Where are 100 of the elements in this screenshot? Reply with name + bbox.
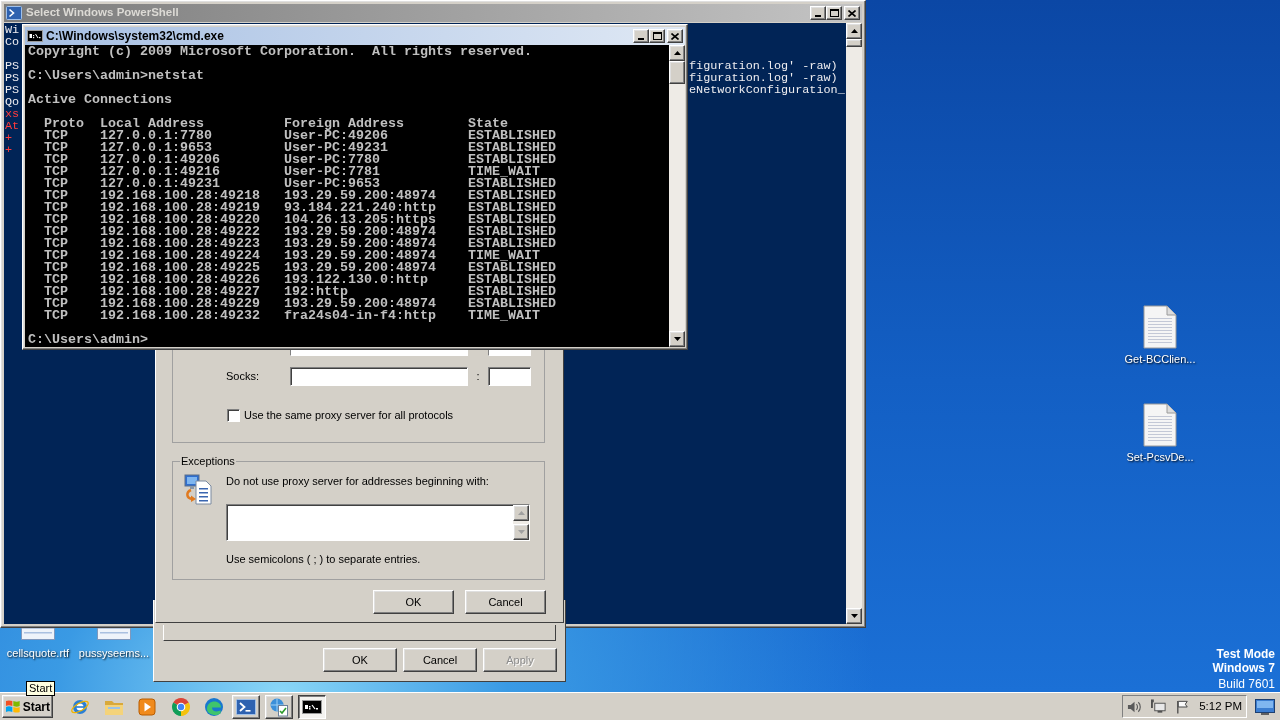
protocol-text: TCP: [44, 250, 68, 262]
local-address: 192.168.100.28:49218: [100, 190, 260, 202]
network-icon[interactable]: [1151, 698, 1167, 715]
state-text: TIME_WAIT: [468, 310, 540, 322]
dialog-button[interactable]: Cancel: [465, 590, 546, 614]
minimize-button[interactable]: [810, 6, 826, 20]
input-field[interactable]: [290, 367, 468, 386]
foreign-address: 193.122.130.0:http: [284, 274, 428, 286]
state-text: ESTABLISHED: [468, 298, 556, 310]
hint-text: Use semicolons ( ; ) to separate entries.: [226, 552, 421, 566]
protocol-text: TCP: [44, 202, 68, 214]
dialog-button[interactable]: Cancel: [403, 648, 477, 672]
scroll-down-button[interactable]: [846, 608, 862, 624]
foreign-address: User-PC:7781: [284, 166, 380, 178]
prompt-line: C:\Users\admin>: [28, 334, 148, 346]
desktop-icon-label[interactable]: Get-BCClien...: [1124, 352, 1196, 366]
console-text: Qo: [5, 96, 20, 108]
scroll-thumb[interactable]: [846, 39, 862, 47]
play-icon: [138, 697, 156, 716]
foreign-address: 193.29.59.200:48974: [284, 298, 436, 310]
console-text: Wi: [5, 24, 20, 36]
local-address: 192.168.100.28:49229: [100, 298, 260, 310]
close-button[interactable]: [667, 29, 683, 43]
document-icon: [1143, 305, 1177, 349]
taskbar-button[interactable]: [298, 694, 326, 719]
state-text: ESTABLISHED: [468, 262, 556, 274]
console-text: PS: [5, 72, 20, 84]
exceptions-field[interactable]: [226, 504, 530, 541]
console-text: figuration.log' -raw): [689, 60, 838, 72]
scroll-up-button[interactable]: [669, 45, 685, 61]
foreign-address: 193.29.59.200:48974: [284, 250, 436, 262]
checkbox[interactable]: [227, 408, 240, 422]
state-text: ESTABLISHED: [468, 214, 556, 226]
desktop-icon-label[interactable]: Set-PcsvDe...: [1126, 450, 1194, 464]
local-address: 192.168.100.28:49222: [100, 226, 260, 238]
close-icon: [848, 9, 856, 17]
scrollbar[interactable]: [846, 23, 862, 624]
console-text: figuration.log' -raw): [689, 72, 838, 84]
flag-logo-icon: [5, 699, 21, 714]
state-text: ESTABLISHED: [468, 274, 556, 286]
local-address: 192.168.100.28:49223: [100, 238, 260, 250]
flag-icon[interactable]: [1175, 698, 1191, 715]
terminal-prompt-icon: [236, 698, 256, 715]
console-text: Co: [5, 36, 20, 48]
down-arrow-icon: [517, 530, 525, 534]
close-button[interactable]: [844, 6, 860, 20]
local-address: 127.0.0.1:49216: [100, 166, 220, 178]
down-arrow-icon: [673, 337, 681, 341]
console-text: eNetworkConfiguration_: [689, 84, 845, 96]
state-text: ESTABLISHED: [468, 202, 556, 214]
dialog-button[interactable]: OK: [373, 590, 454, 614]
state-text: ESTABLISHED: [468, 178, 556, 190]
down-arrow-icon: [850, 614, 858, 618]
command-prompt-icon: [27, 30, 43, 42]
state-text: ESTABLISHED: [468, 130, 556, 142]
console-text: PS: [5, 84, 20, 96]
column-header: State: [468, 118, 508, 130]
edition-notice-text: Windows 7: [1212, 661, 1275, 675]
protocol-text: TCP: [44, 214, 68, 226]
maximize-button[interactable]: [826, 6, 842, 20]
browser-circle-icon: [170, 696, 191, 717]
foreign-address: 104.26.13.205:https: [284, 214, 436, 226]
foreign-address: User-PC:9653: [284, 178, 380, 190]
foreign-address: 193.29.59.200:48974: [284, 238, 436, 250]
error-text: At: [5, 120, 20, 132]
local-address: 127.0.0.1:7780: [100, 130, 212, 142]
instruction-text: Do not use proxy server for addresses beginning with:: [226, 474, 489, 488]
start-button[interactable]: Start: [2, 695, 53, 718]
column-header: Local Address: [100, 118, 204, 130]
scroll-up-button[interactable]: [846, 23, 862, 39]
copyright-line: Copyright (c) 2009 Microsoft Corporation. All rights reserved.: [28, 46, 532, 58]
port-separator: :: [475, 369, 481, 385]
scroll-up-button[interactable]: [513, 505, 529, 521]
protocol-text: TCP: [44, 274, 68, 286]
window-title: C:\Windows\system32\cmd.exe: [46, 28, 224, 45]
local-address: 192.168.100.28:49232: [100, 310, 260, 322]
scroll-thumb[interactable]: [669, 61, 685, 84]
scrollbar[interactable]: [669, 45, 685, 347]
foreign-address: 93.184.221.240:http: [284, 202, 436, 214]
command-line: C:\Users\admin>netstat: [28, 70, 204, 82]
protocol-text: TCP: [44, 298, 68, 310]
port-field[interactable]: [488, 367, 531, 386]
minimize-button[interactable]: [633, 29, 649, 43]
scroll-down-button[interactable]: [669, 331, 685, 347]
up-arrow-icon: [517, 511, 525, 515]
state-text: TIME_WAIT: [468, 250, 540, 262]
scroll-down-button[interactable]: [513, 524, 529, 540]
file-icon: [21, 628, 55, 640]
state-text: ESTABLISHED: [468, 286, 556, 298]
protocol-text: TCP: [44, 190, 68, 202]
maximize-button[interactable]: [649, 29, 665, 43]
monitor-icon: [1255, 698, 1275, 715]
clock[interactable]: 5:12 PM: [1199, 697, 1242, 716]
column-header: Foreign Address: [284, 118, 404, 130]
protocol-text: TCP: [44, 226, 68, 238]
document-icon: [1143, 403, 1177, 447]
dialog-button[interactable]: OK: [323, 648, 397, 672]
edition-notice-text: Build 7601: [1218, 677, 1275, 691]
tooltip-text: Start: [29, 682, 53, 695]
local-address: 192.168.100.28:49220: [100, 214, 260, 226]
